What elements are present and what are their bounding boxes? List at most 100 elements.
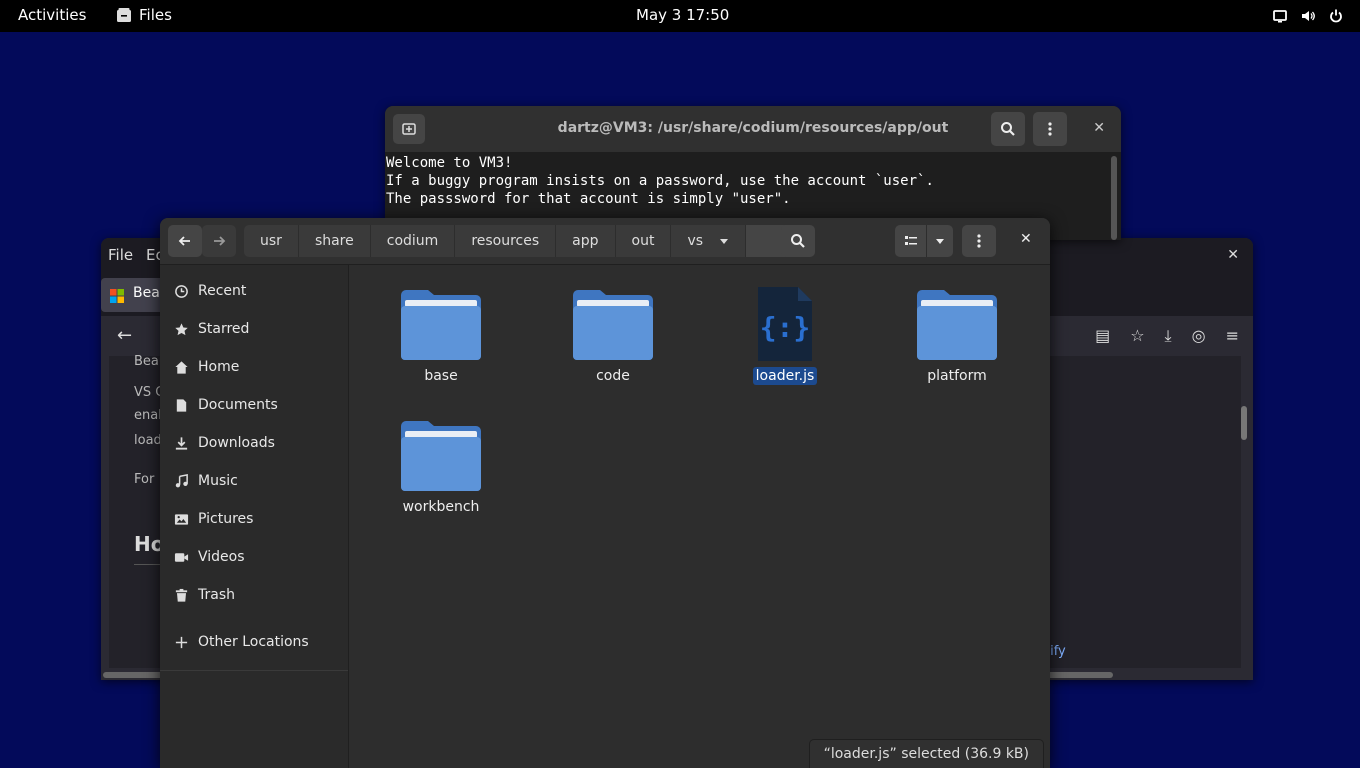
search-icon — [1001, 122, 1015, 136]
folder-item-base[interactable]: base — [381, 287, 501, 385]
sidebar-item-trash[interactable]: Trash — [174, 583, 235, 607]
javascript-file-icon: {:} — [758, 287, 812, 361]
terminal-output[interactable]: Welcome to VM3! If a buggy program insist… — [386, 154, 934, 208]
files-close-icon[interactable]: ✕ — [1020, 231, 1032, 247]
file-name: workbench — [402, 499, 480, 515]
path-crumb[interactable]: share — [299, 225, 371, 257]
reader-view-icon[interactable]: ▤ — [1095, 326, 1110, 346]
home-icon — [175, 360, 188, 374]
video-icon — [174, 552, 189, 562]
sidebar-item-label: Videos — [198, 549, 245, 565]
browser-back-icon[interactable]: ← — [117, 325, 132, 346]
path-crumb-label: vs — [687, 233, 704, 249]
arrow-left-icon — [178, 236, 190, 246]
pictures-icon — [174, 513, 189, 525]
plus-icon — [175, 636, 188, 648]
sidebar-item-label: Other Locations — [198, 634, 309, 650]
sidebar-item-documents[interactable]: Documents — [174, 393, 278, 417]
terminal-menu-button[interactable] — [1033, 112, 1067, 146]
files-menu-button[interactable] — [962, 225, 996, 257]
file-grid[interactable]: base code {:} loader.js platform workben… — [349, 265, 1050, 768]
sidebar-item-recent[interactable]: Recent — [174, 279, 246, 303]
folder-item-workbench[interactable]: workbench — [381, 418, 501, 516]
content-line: load — [134, 433, 162, 448]
downloads-icon[interactable]: ⤓ — [1165, 326, 1172, 346]
folder-icon — [573, 290, 653, 360]
sidebar-item-label: Music — [198, 473, 238, 489]
music-icon — [175, 473, 188, 487]
sidebar-divider — [160, 670, 348, 671]
content-line: For — [134, 472, 155, 487]
selection-status: “loader.js” selected (36.9 kB) — [808, 739, 1044, 768]
file-name: base — [424, 368, 458, 384]
extension-icon[interactable]: ◎ — [1192, 326, 1206, 346]
sidebar-item-videos[interactable]: Videos — [174, 545, 245, 569]
bookmark-star-icon[interactable]: ☆ — [1130, 326, 1144, 346]
chevron-down-icon — [935, 239, 944, 244]
trash-icon — [175, 588, 188, 602]
sidebar-item-label: Trash — [198, 587, 235, 603]
terminal-scrollbar[interactable] — [1111, 156, 1117, 240]
view-toggle-button[interactable] — [895, 225, 953, 257]
forward-button[interactable] — [202, 225, 236, 257]
sidebar-item-label: Recent — [198, 283, 247, 299]
folder-icon — [401, 290, 481, 360]
power-icon[interactable] — [1328, 8, 1344, 24]
sidebar-item-music[interactable]: Music — [174, 469, 238, 493]
files-search-button[interactable] — [781, 225, 815, 257]
kebab-menu-icon — [977, 234, 981, 248]
clock[interactable]: May 3 17:50 — [636, 6, 729, 24]
list-view-icon — [904, 236, 917, 245]
file-name: code — [596, 368, 630, 384]
folder-item-platform[interactable]: platform — [897, 287, 1017, 385]
file-item-loader-js[interactable]: {:} loader.js — [725, 287, 845, 385]
sidebar-item-label: Home — [198, 359, 240, 375]
volume-icon[interactable] — [1300, 8, 1316, 24]
activities-button[interactable]: Activities — [18, 6, 86, 24]
file-name: platform — [927, 368, 987, 384]
document-icon — [176, 398, 187, 412]
terminal-line: The passsword for that account is simply… — [386, 191, 791, 207]
search-icon — [791, 234, 805, 248]
folder-item-code[interactable]: code — [553, 287, 673, 385]
sidebar-item-home[interactable]: Home — [174, 355, 239, 379]
sidebar-item-starred[interactable]: Starred — [174, 317, 249, 341]
divider — [925, 225, 927, 257]
path-crumb[interactable]: out — [616, 225, 672, 257]
files-sidebar: Recent Starred Home Documents Downloads … — [160, 265, 349, 768]
folder-icon — [917, 290, 997, 360]
folder-icon — [401, 421, 481, 491]
sidebar-item-downloads[interactable]: Downloads — [174, 431, 275, 455]
browser-close-icon[interactable]: ✕ — [1227, 247, 1239, 263]
path-bar[interactable]: usr share codium resources app out vs — [244, 225, 793, 257]
sidebar-item-other-locations[interactable]: Other Locations — [174, 630, 309, 654]
star-icon — [175, 322, 188, 335]
file-name: loader.js — [752, 367, 818, 385]
sidebar-item-pictures[interactable]: Pictures — [174, 507, 253, 531]
terminal-line: Welcome to VM3! — [386, 155, 513, 171]
path-crumb[interactable]: app — [556, 225, 616, 257]
screen-icon[interactable] — [1272, 8, 1288, 24]
files-window[interactable]: usr share codium resources app out vs ✕ … — [160, 218, 1050, 768]
path-crumb[interactable]: codium — [371, 225, 456, 257]
system-tray[interactable] — [1272, 8, 1344, 24]
path-crumb[interactable]: usr — [244, 225, 299, 257]
hamburger-menu-icon[interactable]: ≡ — [1226, 326, 1239, 346]
browser-menu-file[interactable]: File — [108, 246, 133, 264]
download-icon — [175, 436, 188, 450]
browser-scrollbar[interactable] — [1241, 406, 1247, 440]
svg-text:{:}: {:} — [760, 311, 811, 344]
app-menu-button[interactable]: Files — [116, 6, 172, 24]
path-crumb[interactable]: resources — [455, 225, 557, 257]
files-app-icon — [117, 8, 131, 22]
terminal-search-button[interactable] — [991, 112, 1025, 146]
path-crumb-current[interactable]: vs — [671, 225, 747, 257]
terminal-close-icon[interactable]: ✕ — [1093, 120, 1105, 136]
browser-tab-title: Bea — [133, 285, 160, 301]
sidebar-item-label: Pictures — [198, 511, 254, 527]
kebab-menu-icon — [1048, 122, 1052, 136]
back-button[interactable] — [168, 225, 202, 257]
clock-icon — [175, 284, 188, 298]
top-bar: Activities Files May 3 17:50 — [0, 0, 1360, 32]
terminal-line: If a buggy program insists on a password… — [386, 173, 934, 189]
